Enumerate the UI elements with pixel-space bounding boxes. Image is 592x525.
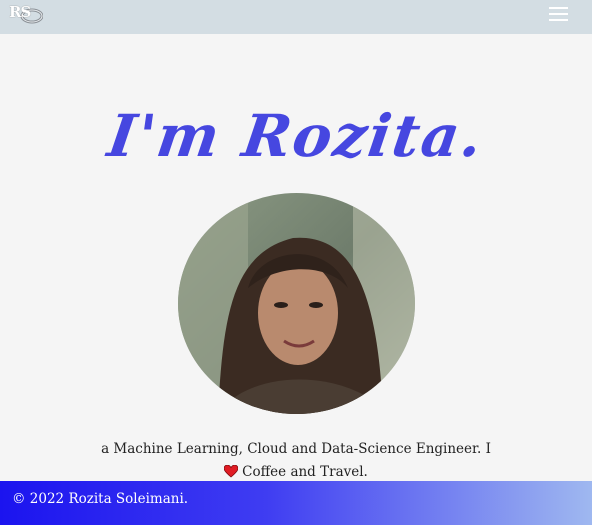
hero-title: I'm Rozita. — [103, 102, 489, 170]
heart-icon — [224, 465, 239, 478]
tagline-line-1: a Machine Learning, Cloud and Data-Scien… — [101, 441, 491, 457]
tagline: a Machine Learning, Cloud and Data-Scien… — [0, 438, 592, 484]
brand-text: RS — [9, 3, 31, 21]
footer: © 2022 Rozita Soleimani. — [0, 481, 592, 525]
copyright-text: © 2022 Rozita Soleimani. — [12, 491, 189, 507]
brand-logo[interactable]: RS — [9, 3, 43, 25]
navbar: RS — [0, 0, 592, 34]
tagline-line-2-text: Coffee and Travel. — [242, 464, 368, 480]
profile-photo — [178, 193, 415, 414]
hamburger-menu-icon[interactable] — [545, 3, 571, 23]
